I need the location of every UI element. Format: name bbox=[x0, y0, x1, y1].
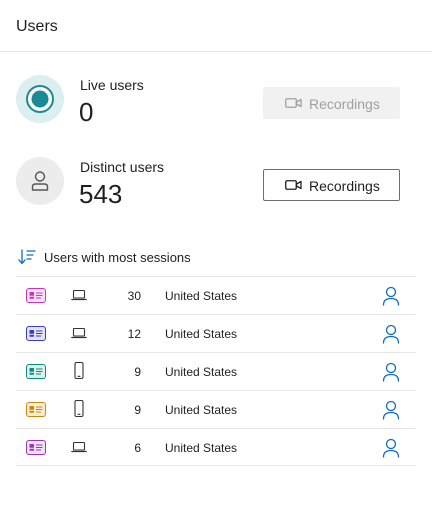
sort-descending-icon[interactable] bbox=[18, 249, 36, 265]
user-avatar-icon bbox=[16, 157, 64, 205]
live-recordings-label: Recordings bbox=[309, 96, 380, 112]
phone-icon bbox=[71, 361, 87, 386]
session-count: 9 bbox=[134, 403, 141, 417]
session-count: 12 bbox=[127, 327, 141, 341]
user-profile-icon[interactable] bbox=[380, 323, 402, 345]
distinct-recordings-label: Recordings bbox=[309, 178, 380, 194]
user-card-icon bbox=[26, 326, 46, 341]
user-profile-icon[interactable] bbox=[380, 437, 402, 459]
session-count: 9 bbox=[134, 365, 141, 379]
user-row[interactable]: 6 United States bbox=[16, 428, 416, 466]
panel-header: Users bbox=[0, 0, 432, 52]
live-users-count: 0 bbox=[79, 97, 94, 127]
live-recordings-button[interactable]: Recordings bbox=[263, 87, 400, 119]
user-profile-icon[interactable] bbox=[380, 399, 402, 421]
video-camera-icon bbox=[285, 180, 302, 190]
user-country: United States bbox=[165, 365, 238, 379]
user-card-icon bbox=[26, 440, 46, 455]
laptop-icon bbox=[71, 440, 87, 459]
session-count: 6 bbox=[134, 441, 141, 455]
user-row[interactable]: 12 United States bbox=[16, 314, 416, 352]
user-row[interactable]: 9 United States bbox=[16, 352, 416, 390]
top-users-header: Users with most sessions bbox=[16, 248, 416, 268]
live-indicator-icon bbox=[16, 75, 64, 123]
user-profile-icon[interactable] bbox=[380, 285, 402, 307]
user-country: United States bbox=[165, 289, 238, 303]
phone-icon bbox=[71, 399, 87, 424]
user-row[interactable]: 30 United States bbox=[16, 276, 416, 314]
distinct-users-stat: Distinct users 543 Recordings bbox=[16, 157, 416, 213]
page-title: Users bbox=[16, 18, 58, 35]
laptop-icon bbox=[71, 288, 87, 307]
top-users-title: Users with most sessions bbox=[44, 250, 191, 265]
top-users-list: 30 United States 12 United States 9 United … bbox=[16, 276, 416, 466]
user-card-icon bbox=[26, 402, 46, 417]
distinct-users-count: 543 bbox=[79, 179, 123, 209]
user-country: United States bbox=[165, 327, 238, 341]
distinct-recordings-button[interactable]: Recordings bbox=[263, 169, 400, 201]
user-country: United States bbox=[165, 441, 238, 455]
video-camera-icon bbox=[285, 98, 302, 108]
user-card-icon bbox=[26, 364, 46, 379]
laptop-icon bbox=[71, 326, 87, 345]
user-country: United States bbox=[165, 403, 238, 417]
user-row[interactable]: 9 United States bbox=[16, 390, 416, 428]
user-card-icon bbox=[26, 288, 46, 303]
session-count: 30 bbox=[127, 289, 141, 303]
live-users-label: Live users bbox=[80, 77, 144, 93]
live-users-stat: Live users 0 Recordings bbox=[16, 75, 416, 131]
distinct-users-label: Distinct users bbox=[80, 159, 165, 175]
user-profile-icon[interactable] bbox=[380, 361, 402, 383]
